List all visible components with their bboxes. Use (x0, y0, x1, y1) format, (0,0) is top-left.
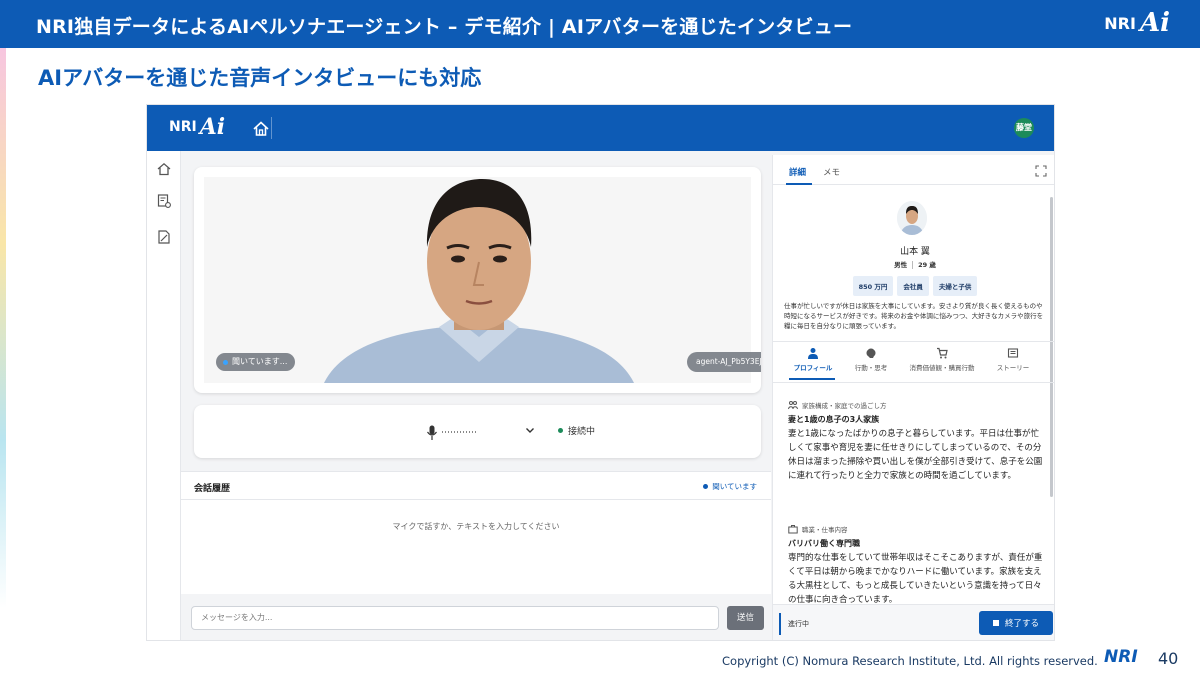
subtab-label: ストーリー (996, 364, 1030, 372)
side-nav (147, 151, 181, 640)
divider (181, 499, 771, 500)
decorative-stripe (0, 48, 6, 608)
section-category-label: 職業・仕事内容 (802, 526, 848, 534)
subtab-label: プロフィール (793, 364, 833, 372)
history-empty-message: マイクで話すか、テキストを入力してください (392, 522, 560, 531)
persona-avatar (897, 201, 927, 235)
cart-icon (937, 347, 948, 359)
slide-title: NRI独自データによるAIペルソナエージェント – デモ紹介 | AIアバターを… (36, 16, 853, 38)
slide-subtitle: AIアバターを通じた音声インタビューにも対応 (38, 66, 482, 90)
listening-text: 聞いています... (232, 357, 288, 366)
end-interview-button[interactable]: 終了する (979, 611, 1053, 635)
section-occupation: 職業・仕事内容 バリバリ働く専門職 専門的な仕事をしていて世帯年収はそこそこあり… (788, 524, 1044, 607)
section-heading: バリバリ働く専門職 (788, 539, 860, 548)
connection-status: 接続中 (558, 424, 595, 437)
status-accent-bar (779, 613, 781, 635)
history-title: 会話履歴 (194, 484, 231, 494)
history-status: 聞いています (703, 481, 757, 492)
page-number: 40 (1158, 649, 1179, 668)
message-input[interactable]: メッセージを入力... (191, 606, 719, 630)
home-icon[interactable] (156, 161, 172, 177)
nri-ai-logo: NRI Ai (1104, 10, 1170, 36)
subtab-behavior[interactable]: 行動・思考 (839, 347, 903, 372)
person-icon (808, 348, 818, 359)
app-logo-text: NRI (169, 119, 197, 135)
subtab-label: 行動・思考 (854, 364, 888, 372)
tag-income: 850 万円 (852, 276, 894, 296)
app-screenshot: NRI Ai 藤堂 聞いています... agent-AJ_Pb5Y3E 接続中 … (146, 104, 1055, 641)
section-body: 妻と1歳になったばかりの息子と暮らしています。平日は仕事が忙しくて家事や育児を妻… (788, 429, 1043, 481)
expand-icon[interactable] (1035, 165, 1047, 177)
scrollbar[interactable] (1050, 197, 1053, 497)
logo-text: NRI (1104, 13, 1136, 33)
subtab-consumption[interactable]: 消費価値観・購買行動 (901, 347, 983, 372)
persona-meta: 男性 29 歳 (773, 259, 1054, 269)
avatar-video-card: 聞いています... agent-AJ_Pb5Y3EJJQJuH (194, 167, 761, 393)
status-dot (703, 484, 709, 489)
nri-logo: NRI (1104, 647, 1138, 667)
panel-footer: 進行中 終了する (773, 604, 1054, 640)
panel-tabs: 詳細 メモ (773, 155, 1054, 185)
status-dot (558, 428, 563, 433)
family-icon (788, 401, 798, 410)
section-body: 専門的な仕事をしていて世帯年収はそこそこありますが、責任が重くて平日は朝から晩ま… (788, 553, 1043, 605)
home-icon[interactable] (251, 119, 271, 139)
header-divider (271, 117, 272, 139)
subtab-story[interactable]: ストーリー (981, 347, 1045, 372)
app-header: NRI Ai 藤堂 (147, 105, 1054, 151)
section-category-label: 家族構成・家庭での過ごし方 (802, 402, 887, 410)
section-heading: 妻と1歳の息子の3人家族 (788, 415, 880, 424)
document-settings-icon[interactable] (156, 193, 172, 209)
conversation-history: 会話履歴 聞いています マイクで話すか、テキストを入力してください (181, 471, 771, 594)
document-edit-icon[interactable] (156, 229, 172, 245)
voice-controls: 接続中 (194, 405, 761, 458)
audio-level-meter (442, 431, 506, 434)
listening-status-pill: 聞いています... (216, 353, 296, 371)
copyright-notice: Copyright (C) Nomura Research Institute,… (722, 654, 1098, 668)
logo-mark: Ai (1139, 8, 1170, 38)
persona-detail-panel: 詳細 メモ 山本 翼 男性 29 歳 850 万円 会社員 夫婦と子供 仕事が忙… (772, 155, 1054, 640)
microphone-icon[interactable] (426, 425, 438, 441)
slide: NRI独自データによるAIペルソナエージェント – デモ紹介 | AIアバターを… (0, 0, 1200, 675)
subtab-label: 消費価値観・購買行動 (909, 364, 975, 372)
persona-name: 山本 翼 (900, 247, 930, 257)
divider (773, 341, 1054, 342)
section-family: 家族構成・家庭での過ごし方 妻と1歳の息子の3人家族 妻と1歳になったばかりの息… (788, 400, 1044, 483)
active-subtab-indicator (789, 378, 835, 380)
stop-icon (992, 620, 999, 626)
persona-gender: 男性 (894, 261, 908, 269)
user-avatar[interactable]: 藤堂 (1014, 118, 1034, 138)
persona-age: 29 歳 (918, 261, 936, 269)
section-category: 職業・仕事内容 (788, 524, 1044, 534)
chevron-down-icon[interactable] (524, 424, 536, 436)
section-category: 家族構成・家庭での過ごし方 (788, 400, 1044, 410)
app-logo-mark: Ai (199, 114, 226, 140)
persona-tags: 850 万円 会社員 夫婦と子供 (773, 276, 1054, 296)
send-button[interactable]: 送信 (727, 606, 764, 630)
slide-header: NRI独自データによるAIペルソナエージェント – デモ紹介 | AIアバターを… (0, 0, 1200, 48)
divider (773, 382, 1054, 383)
subtab-profile[interactable]: プロフィール (781, 347, 845, 372)
history-status-text: 聞いています (712, 482, 757, 491)
tab-details[interactable]: 詳細 (789, 166, 806, 178)
brain-icon (866, 348, 876, 358)
book-icon (1007, 348, 1019, 358)
connection-status-text: 接続中 (568, 427, 596, 437)
app-logo[interactable]: NRI Ai (169, 116, 225, 138)
interview-status: 進行中 (788, 620, 809, 628)
tab-memo[interactable]: メモ (823, 166, 840, 178)
persona-description: 仕事が忙しいですが休日は家族を大事にしています。安さより質が良く長く使えるものや… (784, 302, 1044, 330)
tag-occupation: 会社員 (897, 276, 929, 296)
listening-dot (223, 359, 228, 365)
briefcase-icon (788, 525, 798, 534)
tag-household: 夫婦と子供 (932, 276, 978, 296)
end-button-label: 終了する (1004, 619, 1039, 629)
active-tab-indicator (786, 183, 812, 185)
agent-id-pill: agent-AJ_Pb5Y3EJJQJuH (687, 352, 761, 372)
